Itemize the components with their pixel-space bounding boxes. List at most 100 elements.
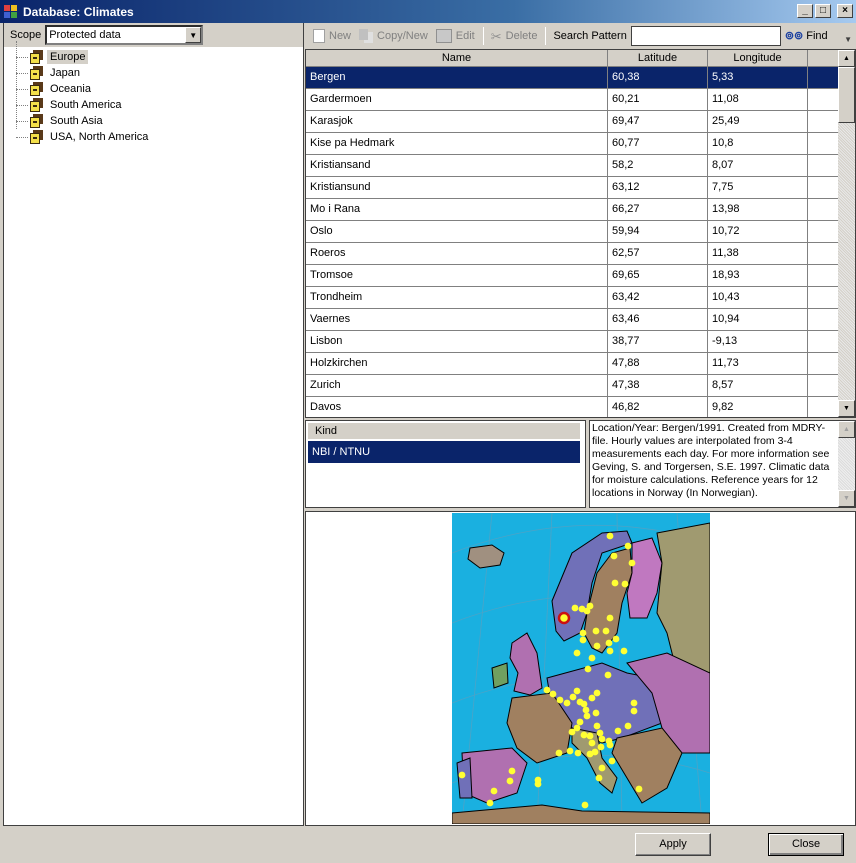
kind-row-selected[interactable]: NBI / NTNU (308, 441, 580, 463)
selected-station-marker[interactable] (557, 611, 571, 625)
close-window-button[interactable]: × (837, 4, 853, 18)
station-marker[interactable] (534, 780, 542, 788)
station-marker[interactable] (571, 604, 579, 612)
station-marker[interactable] (605, 639, 613, 647)
table-scrollbar[interactable]: ▲ ▼ (838, 50, 855, 417)
station-marker[interactable] (569, 693, 577, 701)
table-row[interactable]: Karasjok 69,47 25,49 (306, 111, 855, 133)
toolbar-overflow-icon[interactable]: ▼ (844, 35, 852, 44)
station-marker[interactable] (630, 707, 638, 715)
table-row[interactable]: Trondheim 63,42 10,43 (306, 287, 855, 309)
station-marker[interactable] (583, 607, 591, 615)
new-button[interactable]: New (313, 28, 351, 43)
station-marker[interactable] (579, 629, 587, 637)
station-marker[interactable] (592, 627, 600, 635)
station-marker[interactable] (566, 747, 574, 755)
description-box[interactable]: Location/Year: Bergen/1991. Created from… (589, 420, 856, 508)
station-marker[interactable] (573, 649, 581, 657)
station-marker[interactable] (588, 654, 596, 662)
station-marker[interactable] (612, 635, 620, 643)
station-marker[interactable] (610, 552, 618, 560)
station-marker[interactable] (458, 771, 466, 779)
station-marker[interactable] (620, 647, 628, 655)
station-marker[interactable] (586, 732, 594, 740)
station-marker[interactable] (628, 559, 636, 567)
tree-item-europe[interactable]: Europe (4, 49, 303, 65)
delete-button[interactable]: ✂ Delete (491, 29, 538, 44)
scroll-down-icon[interactable]: ▼ (838, 490, 855, 507)
scrollbar-thumb[interactable] (838, 67, 855, 123)
scope-dropdown[interactable]: Protected data ▼ (45, 25, 204, 45)
europe-map[interactable] (452, 513, 710, 824)
station-marker[interactable] (582, 706, 590, 714)
table-row[interactable]: Lisbon 38,77 -9,13 (306, 331, 855, 353)
tree-item-japan[interactable]: Japan (4, 65, 303, 81)
station-marker[interactable] (543, 686, 551, 694)
tree-item-usa-north-america[interactable]: USA, North America (4, 129, 303, 145)
station-marker[interactable] (624, 722, 632, 730)
table-row[interactable]: Kristiansund 63,12 7,75 (306, 177, 855, 199)
station-marker[interactable] (593, 722, 601, 730)
station-marker[interactable] (588, 739, 596, 747)
station-marker[interactable] (593, 689, 601, 697)
station-marker[interactable] (508, 767, 516, 775)
station-marker[interactable] (486, 799, 494, 807)
apply-button[interactable]: Apply (635, 833, 711, 856)
station-marker[interactable] (592, 709, 600, 717)
minimize-button[interactable]: _ (797, 4, 813, 18)
station-marker[interactable] (584, 665, 592, 673)
maximize-button[interactable]: □ (815, 4, 831, 18)
column-header-longitude[interactable]: Longitude (708, 50, 808, 66)
station-marker[interactable] (606, 614, 614, 622)
table-row[interactable]: Mo i Rana 66,27 13,98 (306, 199, 855, 221)
station-marker[interactable] (624, 542, 632, 550)
copy-new-button[interactable]: Copy/New (359, 28, 428, 43)
station-marker[interactable] (556, 696, 564, 704)
table-row[interactable]: Zurich 47,38 8,57 (306, 375, 855, 397)
station-marker[interactable] (506, 777, 514, 785)
station-marker[interactable] (549, 690, 557, 698)
station-marker[interactable] (598, 735, 606, 743)
station-marker[interactable] (555, 749, 563, 757)
station-marker[interactable] (591, 748, 599, 756)
tree-item-oceania[interactable]: Oceania (4, 81, 303, 97)
station-marker[interactable] (579, 636, 587, 644)
station-marker[interactable] (595, 774, 603, 782)
station-marker[interactable] (588, 694, 596, 702)
table-row[interactable]: Holzkirchen 47,88 11,73 (306, 353, 855, 375)
station-marker[interactable] (630, 699, 638, 707)
search-pattern-input[interactable] (630, 25, 781, 46)
chevron-down-icon[interactable]: ▼ (185, 27, 202, 43)
station-marker[interactable] (581, 801, 589, 809)
station-marker[interactable] (606, 532, 614, 540)
table-row[interactable]: Tromsoe 69,65 18,93 (306, 265, 855, 287)
scroll-up-icon[interactable]: ▲ (838, 421, 855, 438)
station-marker[interactable] (597, 743, 605, 751)
station-marker[interactable] (635, 785, 643, 793)
column-header-latitude[interactable]: Latitude (608, 50, 708, 66)
tree-item-south-america[interactable]: South America (4, 97, 303, 113)
kind-header[interactable]: Kind (308, 423, 580, 439)
station-marker[interactable] (490, 787, 498, 795)
station-marker[interactable] (614, 727, 622, 735)
station-marker[interactable] (583, 712, 591, 720)
scroll-down-icon[interactable]: ▼ (838, 400, 855, 417)
table-row[interactable]: Kristiansand 58,2 8,07 (306, 155, 855, 177)
station-marker[interactable] (604, 671, 612, 679)
station-marker[interactable] (602, 627, 610, 635)
table-row[interactable]: Vaernes 63,46 10,94 (306, 309, 855, 331)
station-marker[interactable] (574, 749, 582, 757)
table-row[interactable]: Davos 46,82 9,82 (306, 397, 855, 417)
find-button[interactable]: ⊚⊚ Find (785, 29, 828, 43)
station-marker[interactable] (593, 642, 601, 650)
station-marker[interactable] (580, 731, 588, 739)
tree-item-south-asia[interactable]: South Asia (4, 113, 303, 129)
table-row[interactable]: Roeros 62,57 11,38 (306, 243, 855, 265)
station-marker[interactable] (606, 647, 614, 655)
station-marker[interactable] (621, 580, 629, 588)
station-marker[interactable] (563, 699, 571, 707)
station-marker[interactable] (596, 729, 604, 737)
edit-button[interactable]: Edit (435, 28, 475, 43)
close-button[interactable]: Close (768, 833, 844, 856)
description-scrollbar[interactable]: ▲ ▼ (838, 421, 855, 507)
